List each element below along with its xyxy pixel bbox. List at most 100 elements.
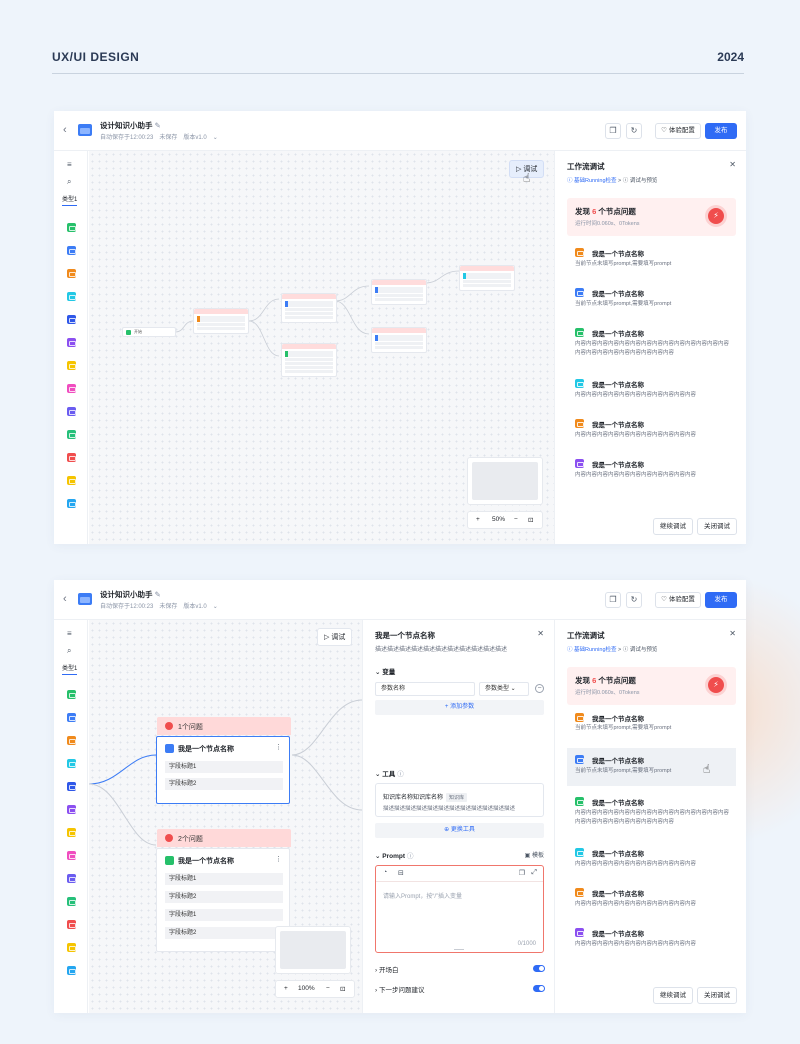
close-icon[interactable]: ✕ <box>729 629 736 638</box>
template-button[interactable]: ▣ 模板 <box>525 850 544 859</box>
publish-button[interactable]: 发布 <box>705 123 737 139</box>
close-icon[interactable]: ✕ <box>537 629 544 638</box>
node-type-item[interactable] <box>67 338 76 347</box>
node-type-item[interactable] <box>67 292 76 301</box>
issue-item[interactable]: 我是一个节点名称 当前节点未填写prompt,需要填写prompt <box>567 241 736 279</box>
param-type-select[interactable]: 参数类型 ⌄ <box>479 682 529 696</box>
change-tool-button[interactable]: ⊕ 更换工具 <box>375 823 544 838</box>
chevron-left-icon[interactable]: ‹ <box>63 593 67 605</box>
chevron-left-icon[interactable]: ‹ <box>63 124 67 136</box>
workflow-node[interactable] <box>193 308 249 334</box>
node-type-item[interactable] <box>67 223 76 232</box>
menu-icon[interactable]: ≡ <box>67 629 72 638</box>
node-type-item[interactable] <box>67 690 76 699</box>
resize-handle[interactable] <box>454 948 464 950</box>
workflow-node[interactable] <box>371 327 427 353</box>
node-type-item[interactable] <box>67 966 76 975</box>
node-type-item[interactable] <box>67 315 76 324</box>
expand-icon[interactable]: ⤢ <box>531 869 537 877</box>
workflow-node[interactable] <box>281 293 337 323</box>
node-type-item[interactable] <box>67 269 76 278</box>
node-type-item[interactable] <box>67 407 76 416</box>
prompt-section[interactable]: ⌄ Prompt ⓘ <box>375 850 414 860</box>
next-suggestion-section[interactable]: › 下一步问题建议 <box>375 984 424 994</box>
minimap[interactable] <box>467 457 543 505</box>
refresh-icon[interactable]: ↻ <box>626 123 642 139</box>
copy-icon[interactable]: ❐ <box>519 869 525 877</box>
debug-button[interactable]: ▷ 调试 <box>317 628 353 646</box>
workflow-canvas[interactable]: 开始 ▷ 调试 ☝ + 50% − ⊡ <box>89 151 554 544</box>
node-type-item[interactable] <box>67 897 76 906</box>
workflow-node[interactable]: 2个问题 我是一个节点名称 ⋮ 字段标题1 字段标题2 字段标题1 字段标题2 <box>156 829 291 952</box>
node-type-item[interactable] <box>67 430 76 439</box>
node-type-item[interactable] <box>67 246 76 255</box>
menu-icon[interactable]: ≡ <box>67 160 72 169</box>
prompt-editor[interactable]: ◔ ⊟ ❐ ⤢ 请输入Prompt，按“/”插入变量 0/1000 <box>375 865 544 953</box>
next-suggestion-toggle[interactable] <box>533 985 545 992</box>
node-type-item[interactable] <box>67 782 76 791</box>
node-type-item[interactable] <box>67 759 76 768</box>
workflow-node[interactable] <box>281 343 337 377</box>
workflow-node[interactable] <box>371 279 427 305</box>
start-node[interactable]: 开始 <box>122 327 176 337</box>
copy-icon[interactable]: ❐ <box>605 592 621 608</box>
workflow-node-selected[interactable]: 1个问题 我是一个节点名称 ⋮ 字段标题1 字段标题2 <box>156 717 291 804</box>
zoom-out-icon[interactable]: − <box>326 985 330 992</box>
zoom-in-icon[interactable]: + <box>284 985 288 992</box>
refresh-icon[interactable]: ↻ <box>626 592 642 608</box>
continue-debug-button[interactable]: 继续调试 <box>653 987 693 1004</box>
opening-toggle[interactable] <box>533 965 545 972</box>
node-type-item[interactable] <box>67 920 76 929</box>
node-type-item[interactable] <box>67 943 76 952</box>
node-type-item[interactable] <box>67 874 76 883</box>
issue-item-selected[interactable]: 我是一个节点名称 当前节点未填写prompt,需要填写prompt ☝ <box>567 748 736 786</box>
node-type-item[interactable] <box>67 805 76 814</box>
close-icon[interactable]: ✕ <box>729 160 736 169</box>
opening-section[interactable]: › 开场白 <box>375 964 398 974</box>
node-type-item[interactable] <box>67 453 76 462</box>
publish-button[interactable]: 发布 <box>705 592 737 608</box>
node-type-item[interactable] <box>67 384 76 393</box>
more-icon[interactable]: ⋮ <box>275 743 282 751</box>
add-param-button[interactable]: + 添加参数 <box>375 700 544 715</box>
node-type-item[interactable] <box>67 499 76 508</box>
issue-item[interactable]: 我是一个节点名称 内容内容内容内容内容内容内容内容内容内容内容内容内容内容内容内容… <box>567 321 736 369</box>
close-debug-button[interactable]: 关闭调试 <box>697 987 737 1004</box>
more-icon[interactable]: ⋮ <box>275 855 282 863</box>
edit-icon[interactable]: ✎ <box>155 121 161 130</box>
workflow-canvas[interactable]: ▷ 调试 1个问题 我是一个节点名称 ⋮ 字段标题1 字段标题2 2个问题 我是… <box>89 620 362 1013</box>
minimap[interactable] <box>275 926 351 974</box>
history-icon[interactable]: ◔ <box>383 869 387 876</box>
node-type-item[interactable] <box>67 713 76 722</box>
issue-item[interactable]: 我是一个节点名称 当前节点未填写prompt,需要填写prompt <box>567 281 736 319</box>
tool-card[interactable]: 知识库名称知识库名称 知识库 描述描述描述描述描述描述描述描述描述描述描述描述 <box>375 783 544 817</box>
remove-param-icon[interactable]: − <box>535 684 544 693</box>
node-type-item[interactable] <box>67 828 76 837</box>
continue-debug-button[interactable]: 继续调试 <box>653 518 693 535</box>
issue-item[interactable]: 我是一个节点名称 内容内容内容内容内容内容内容内容内容内容内容 <box>567 921 736 959</box>
copy-icon[interactable]: ❐ <box>605 123 621 139</box>
experience-config-button[interactable]: ♡ 体验配置 <box>655 592 701 608</box>
close-debug-button[interactable]: 关闭调试 <box>697 518 737 535</box>
fit-view-icon[interactable]: ⊡ <box>340 985 345 993</box>
workflow-node[interactable] <box>459 265 515 291</box>
zoom-out-icon[interactable]: − <box>514 516 518 523</box>
tools-section[interactable]: ⌄ 工具 ⓘ <box>375 768 404 778</box>
experience-config-button[interactable]: ♡ 体验配置 <box>655 123 701 139</box>
issue-item[interactable]: 我是一个节点名称 内容内容内容内容内容内容内容内容内容内容内容 <box>567 452 736 490</box>
type-tab[interactable]: 类型1 <box>62 663 78 675</box>
node-type-item[interactable] <box>67 851 76 860</box>
variables-section[interactable]: ⌄ 变量 <box>375 666 395 676</box>
issue-item[interactable]: 我是一个节点名称 内容内容内容内容内容内容内容内容内容内容内容内容内容内容内容内容… <box>567 790 736 838</box>
search-icon[interactable]: ⌕ <box>67 646 71 656</box>
issue-item[interactable]: 我是一个节点名称 内容内容内容内容内容内容内容内容内容内容内容 <box>567 881 736 919</box>
node-type-item[interactable] <box>67 476 76 485</box>
issue-item[interactable]: 我是一个节点名称 内容内容内容内容内容内容内容内容内容内容内容 <box>567 841 736 879</box>
toolbox-icon[interactable]: ⊟ <box>398 869 404 877</box>
fit-view-icon[interactable]: ⊡ <box>528 516 533 524</box>
issue-item[interactable]: 我是一个节点名称 内容内容内容内容内容内容内容内容内容内容内容 <box>567 372 736 410</box>
search-icon[interactable]: ⌕ <box>67 177 71 187</box>
zoom-in-icon[interactable]: + <box>476 516 480 523</box>
type-tab[interactable]: 类型1 <box>62 194 78 206</box>
param-name-field[interactable]: 参数名称 <box>375 682 475 696</box>
